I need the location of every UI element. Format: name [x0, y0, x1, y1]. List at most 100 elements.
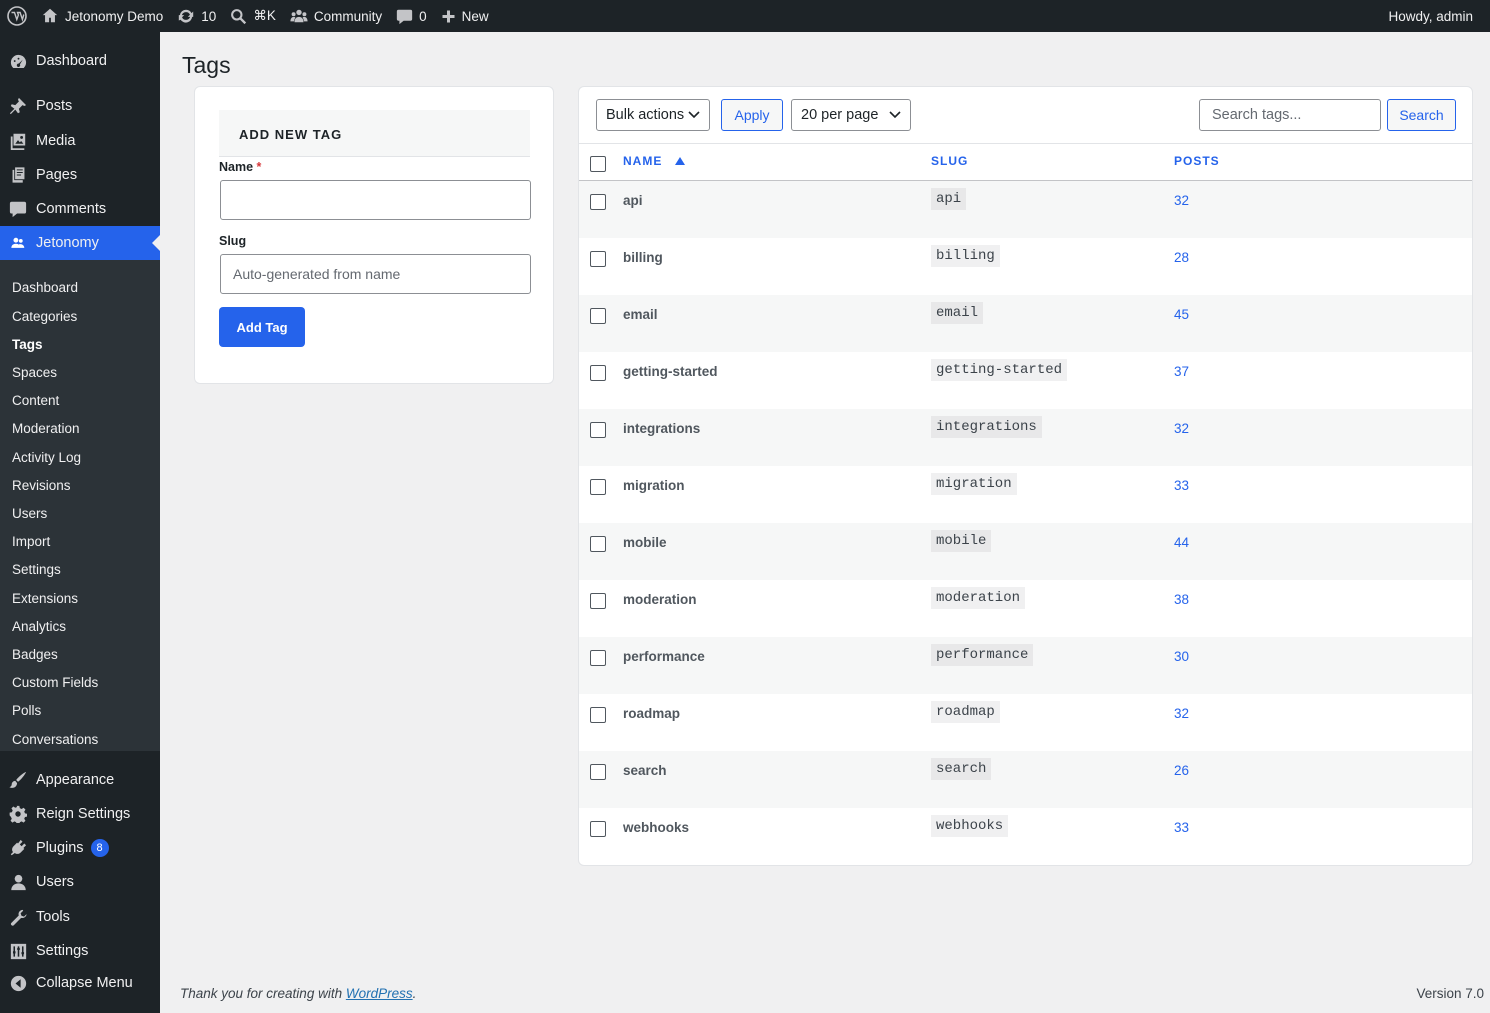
collapse-menu-button[interactable]: Collapse Menu [0, 966, 160, 1000]
submenu-item-polls[interactable]: Polls [12, 703, 41, 718]
submenu-item-badges[interactable]: Badges [12, 647, 58, 662]
row-checkbox[interactable] [590, 764, 606, 780]
column-posts-header[interactable]: POSTS [1174, 154, 1220, 168]
table-row: moderation moderation 38 [579, 580, 1472, 637]
menu-reign-settings[interactable]: Reign Settings [0, 797, 160, 831]
apply-button[interactable]: Apply [721, 99, 783, 131]
column-slug-header[interactable]: SLUG [931, 154, 968, 168]
tag-posts-count-link[interactable]: 30 [1174, 649, 1189, 664]
menu-jetonomy[interactable]: Jetonomy [0, 226, 160, 260]
tag-name-input[interactable] [220, 180, 531, 220]
tag-posts-count-link[interactable]: 44 [1174, 535, 1189, 550]
pages-icon [12, 167, 24, 183]
tag-posts-count-link[interactable]: 32 [1174, 421, 1189, 436]
submenu-item-moderation[interactable]: Moderation [12, 421, 80, 436]
column-name-header[interactable]: NAME [623, 154, 685, 168]
tag-posts-count-link[interactable]: 28 [1174, 250, 1189, 265]
menu-dashboard[interactable]: Dashboard [0, 44, 160, 78]
select-all-checkbox[interactable] [590, 156, 606, 172]
per-page-select[interactable]: 20 per page [791, 99, 911, 131]
submenu-item-content[interactable]: Content [12, 393, 59, 408]
updates-link[interactable]: 10 [170, 0, 223, 32]
sort-ascending-icon [674, 157, 685, 165]
menu-posts[interactable]: Posts [0, 89, 160, 123]
tag-slug: billing [931, 245, 1000, 267]
row-checkbox[interactable] [590, 593, 606, 609]
menu-settings[interactable]: Settings [0, 934, 160, 968]
tag-posts-count-link[interactable]: 33 [1174, 478, 1189, 493]
tag-name-link[interactable]: performance [623, 649, 705, 664]
wordpress-link[interactable]: WordPress [346, 986, 413, 1001]
tag-name-link[interactable]: billing [623, 250, 663, 265]
row-checkbox[interactable] [590, 650, 606, 666]
row-checkbox[interactable] [590, 308, 606, 324]
menu-plugins[interactable]: Plugins 8 [0, 831, 160, 865]
bulk-actions-select[interactable]: Bulk actions [596, 99, 710, 131]
tag-name-link[interactable]: search [623, 763, 667, 778]
submenu-item-custom-fields[interactable]: Custom Fields [12, 675, 98, 690]
submenu-item-settings[interactable]: Settings [12, 562, 61, 577]
plugin-icon [10, 839, 27, 856]
tag-posts-count-link[interactable]: 38 [1174, 592, 1189, 607]
submenu-item-categories[interactable]: Categories [12, 309, 77, 324]
chevron-down-icon [688, 111, 700, 119]
tag-name-link[interactable]: webhooks [623, 820, 689, 835]
row-checkbox[interactable] [590, 707, 606, 723]
submenu-item-activity-log[interactable]: Activity Log [12, 450, 81, 465]
submenu-item-users[interactable]: Users [12, 506, 47, 521]
menu-users[interactable]: Users [0, 865, 160, 899]
tag-name-link[interactable]: getting-started [623, 364, 718, 379]
row-checkbox[interactable] [590, 536, 606, 552]
tag-slug: search [931, 758, 992, 780]
tag-posts-count-link[interactable]: 32 [1174, 706, 1189, 721]
submenu-item-spaces[interactable]: Spaces [12, 365, 57, 380]
submenu-item-import[interactable]: Import [12, 534, 50, 549]
tag-name-link[interactable]: roadmap [623, 706, 680, 721]
row-checkbox[interactable] [590, 479, 606, 495]
tags-list-panel: Bulk actions Apply 20 per page Search NA… [578, 86, 1473, 866]
tag-posts-count-link[interactable]: 33 [1174, 820, 1189, 835]
tag-posts-count-link[interactable]: 45 [1174, 307, 1189, 322]
menu-appearance[interactable]: Appearance [0, 763, 160, 797]
menu-pages[interactable]: Pages [0, 158, 160, 192]
row-checkbox[interactable] [590, 365, 606, 381]
submenu-item-extensions[interactable]: Extensions [12, 591, 78, 606]
user-icon [10, 874, 26, 890]
row-checkbox[interactable] [590, 194, 606, 210]
menu-tools[interactable]: Tools [0, 900, 160, 934]
refresh-icon [179, 9, 194, 23]
jetonomy-submenu: Dashboard Categories Tags Spaces Content Mode… [0, 260, 160, 751]
submenu-item-revisions[interactable]: Revisions [12, 478, 71, 493]
tag-posts-count-link[interactable]: 37 [1174, 364, 1189, 379]
tag-name-link[interactable]: moderation [623, 592, 697, 607]
submenu-item-analytics[interactable]: Analytics [12, 619, 66, 634]
community-link[interactable]: Community [283, 0, 389, 32]
menu-comments-label: Comments [36, 201, 107, 217]
row-checkbox[interactable] [590, 821, 606, 837]
search-tags-input[interactable] [1199, 99, 1381, 131]
tag-posts-count-link[interactable]: 26 [1174, 763, 1189, 778]
new-content-link[interactable]: New [434, 0, 496, 32]
row-checkbox[interactable] [590, 251, 606, 267]
submenu-item-conversations[interactable]: Conversations [12, 732, 98, 747]
tag-slug: migration [931, 473, 1017, 495]
submenu-item-dashboard[interactable]: Dashboard [12, 280, 78, 295]
tag-name-link[interactable]: integrations [623, 421, 700, 436]
menu-comments[interactable]: Comments [0, 192, 160, 226]
search-button[interactable]: Search [1387, 99, 1456, 131]
add-tag-button[interactable]: Add Tag [219, 307, 305, 347]
row-checkbox[interactable] [590, 422, 606, 438]
tag-name-link[interactable]: api [623, 193, 643, 208]
comments-link[interactable]: 0 [389, 0, 434, 32]
tag-posts-count-link[interactable]: 32 [1174, 193, 1189, 208]
submenu-item-tags[interactable]: Tags [12, 337, 43, 352]
my-account-link[interactable]: Howdy, admin [1381, 0, 1490, 32]
tag-name-link[interactable]: migration [623, 478, 685, 493]
site-name-link[interactable]: Jetonomy Demo [34, 0, 170, 32]
tag-name-link[interactable]: mobile [623, 535, 667, 550]
tag-name-link[interactable]: email [623, 307, 658, 322]
menu-media[interactable]: Media [0, 124, 160, 158]
tag-slug-input[interactable] [220, 254, 531, 294]
wordpress-logo-icon[interactable] [0, 0, 34, 32]
command-palette-link[interactable]: ⌘K [223, 0, 283, 32]
